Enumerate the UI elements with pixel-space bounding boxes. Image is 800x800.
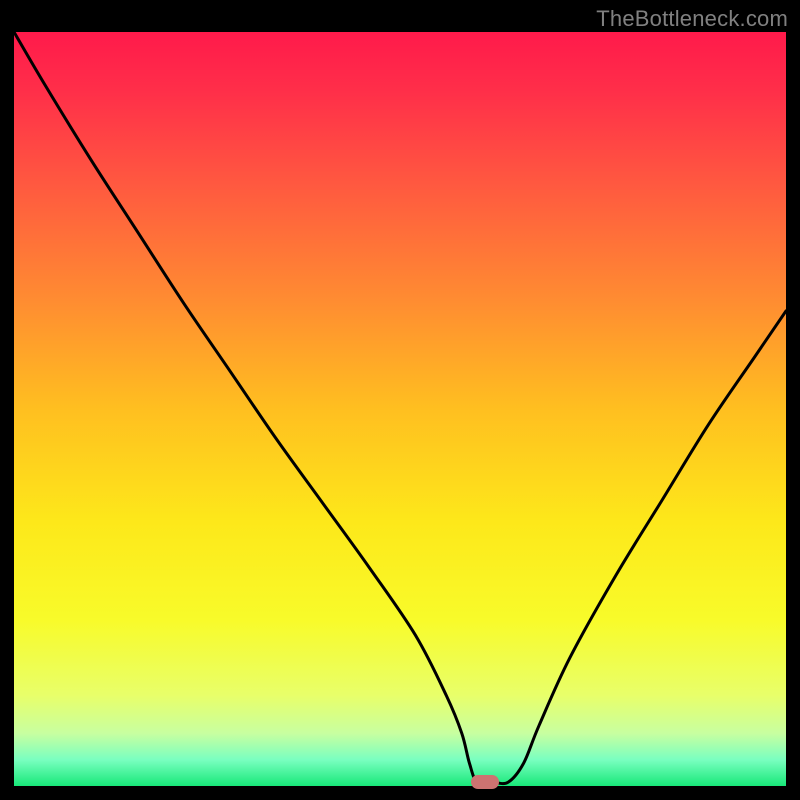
chart-frame (14, 32, 786, 786)
optimal-marker (471, 775, 499, 789)
watermark-text: TheBottleneck.com (596, 6, 788, 32)
bottleneck-chart (14, 32, 786, 786)
gradient-background (14, 32, 786, 786)
